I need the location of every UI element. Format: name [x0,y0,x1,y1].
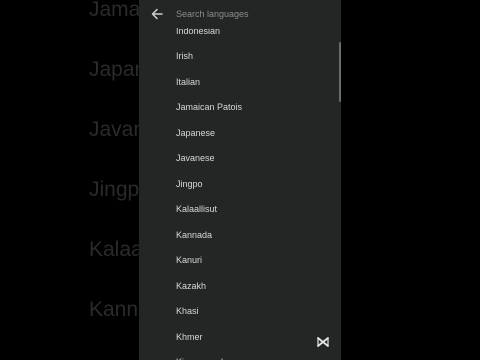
language-item[interactable]: Khasi [139,299,335,323]
language-label: Khmer [176,332,203,342]
back-button[interactable] [150,7,164,21]
language-label: Kanuri [176,255,203,265]
language-label: Khasi [176,306,199,316]
search-bar [139,0,341,28]
language-label: Kinyarwanda [176,350,228,360]
language-item[interactable]: Jingpo [139,172,335,196]
capcut-logo-icon [317,337,329,347]
language-item[interactable]: Kanuri [139,248,335,272]
list-scrollbar[interactable] [339,42,341,102]
arrow-left-icon [151,8,163,20]
language-label: Italian [176,77,201,87]
language-label: Japanese [176,128,216,138]
watermark [316,335,330,349]
background-word: Japan [89,58,147,81]
language-item[interactable]: Kalaallisut [139,197,335,221]
language-label: Jamaican Patois [176,102,243,112]
language-label: Kannada [176,230,213,240]
language-item[interactable]: Irish [139,44,335,68]
language-item[interactable]: Kinyarwanda [139,350,335,360]
language-item[interactable]: Kannada [139,223,335,247]
language-item[interactable]: Khmer [139,325,335,349]
background-word: Jamai [89,0,146,21]
search-input[interactable] [176,6,326,22]
language-list[interactable]: Indonesian Irish Italian Jamaican Patois… [139,0,341,360]
background-word: Javan [89,118,146,141]
language-label: Kazakh [176,281,207,291]
language-item[interactable]: Japanese [139,121,335,145]
language-item[interactable]: Kazakh [139,274,335,298]
background-word: Jingp [89,178,140,201]
language-item[interactable]: Italian [139,70,335,94]
language-picker-panel: Indonesian Irish Italian Jamaican Patois… [139,0,341,360]
language-label: Jingpo [176,179,203,189]
background-word: Kalaa [89,238,143,261]
language-label: Kalaallisut [176,204,218,214]
language-label: Javanese [176,153,215,163]
language-label: Irish [176,51,194,61]
language-item[interactable]: Javanese [139,146,335,170]
language-item[interactable]: Jamaican Patois [139,95,335,119]
